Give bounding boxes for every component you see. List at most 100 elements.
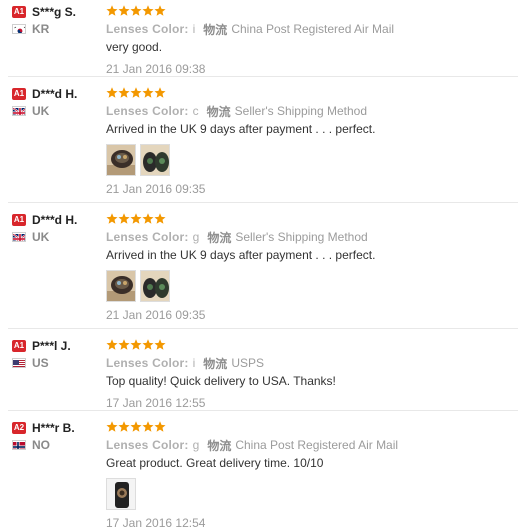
divider xyxy=(8,202,518,203)
buyer-level-badge: A1 xyxy=(12,88,26,100)
shipping-label: 物流 xyxy=(203,356,228,371)
star-icon xyxy=(142,87,154,98)
attribute-value: g xyxy=(192,230,200,244)
review-text: Arrived in the UK 9 days after payment .… xyxy=(106,248,376,262)
review-text: Great product. Great delivery time. 10/1… xyxy=(106,456,324,470)
reviewer-name: D***d H. xyxy=(32,87,78,101)
buyer-level-badge: A1 xyxy=(12,6,26,18)
photo-lens-case-icon[interactable] xyxy=(106,144,136,176)
order-attributes: Lenses Color: i 物流 China Post Registered Ai… xyxy=(106,21,514,37)
star-rating xyxy=(106,420,514,434)
reviewer-name: P***l J. xyxy=(32,339,71,353)
reviewer-name: D***d H. xyxy=(32,213,78,227)
buyer-level-badge: A1 xyxy=(12,214,26,226)
star-icon xyxy=(154,5,166,16)
flag-us-icon xyxy=(12,358,26,368)
review-text: Arrived in the UK 9 days after payment .… xyxy=(106,122,376,136)
review-photos xyxy=(106,478,514,510)
reviewer-info: A1 D***d H. UK xyxy=(12,212,104,244)
country-code: UK xyxy=(32,104,50,118)
star-icon xyxy=(130,87,142,98)
photo-lens-case-icon[interactable] xyxy=(106,270,136,302)
order-attributes: Lenses Color: c 物流 Seller's Shipping Method xyxy=(106,103,514,119)
attribute-label: Lenses Color: xyxy=(106,438,189,452)
order-attributes: Lenses Color: i 物流 USPS xyxy=(106,355,514,371)
review-date: 21 Jan 2016 09:35 xyxy=(106,308,206,322)
shipping-label: 物流 xyxy=(207,438,232,453)
shipping-method: China Post Registered Air Mail xyxy=(231,22,395,36)
shipping-method: China Post Registered Air Mail xyxy=(235,438,399,452)
review-content: Lenses Color: i 物流 USPS Top quality! Quick d… xyxy=(106,338,514,412)
star-icon xyxy=(106,213,118,224)
star-icon xyxy=(118,421,130,432)
attribute-value: c xyxy=(192,104,199,118)
star-icon xyxy=(154,339,166,350)
star-icon xyxy=(118,213,130,224)
star-icon xyxy=(154,421,166,432)
attribute-label: Lenses Color: xyxy=(106,22,189,36)
flag-kr-icon xyxy=(12,24,26,34)
reviewer-info: A1 P***l J. US xyxy=(12,338,104,370)
attribute-value: i xyxy=(192,356,196,370)
photo-lenses-icon[interactable] xyxy=(140,144,170,176)
review-date: 17 Jan 2016 12:54 xyxy=(106,516,206,530)
reviewer-info: A1 S***g S. KR xyxy=(12,4,104,36)
star-icon xyxy=(118,339,130,350)
review-text: very good. xyxy=(106,40,163,54)
attribute-label: Lenses Color: xyxy=(106,104,189,118)
review-content: Lenses Color: g 物流 Seller's Shipping Method… xyxy=(106,212,514,324)
star-icon xyxy=(130,5,142,16)
flag-no-icon xyxy=(12,440,26,450)
review-date: 21 Jan 2016 09:35 xyxy=(106,182,206,196)
star-icon xyxy=(130,421,142,432)
star-icon xyxy=(142,339,154,350)
star-rating xyxy=(106,86,514,100)
country-code: US xyxy=(32,356,49,370)
star-icon xyxy=(130,339,142,350)
review-photos xyxy=(106,144,514,176)
star-icon xyxy=(118,5,130,16)
divider xyxy=(8,328,518,329)
review-text: Top quality! Quick delivery to USA. Than… xyxy=(106,374,336,388)
flag-uk-icon xyxy=(12,106,26,116)
divider xyxy=(8,76,518,77)
star-icon xyxy=(106,421,118,432)
star-icon xyxy=(118,87,130,98)
country-code: NO xyxy=(32,438,50,452)
shipping-label: 物流 xyxy=(206,104,231,119)
star-icon xyxy=(106,87,118,98)
order-attributes: Lenses Color: g 物流 Seller's Shipping Method xyxy=(106,229,514,245)
shipping-method: USPS xyxy=(231,356,264,370)
photo-lenses-icon[interactable] xyxy=(140,270,170,302)
reviewer-name: H***r B. xyxy=(32,421,75,435)
star-icon xyxy=(106,339,118,350)
shipping-label: 物流 xyxy=(207,230,232,245)
photo-product-icon[interactable] xyxy=(106,478,136,510)
order-attributes: Lenses Color: g 物流 China Post Registered Ai… xyxy=(106,437,514,453)
star-icon xyxy=(154,213,166,224)
divider xyxy=(8,410,518,411)
star-icon xyxy=(154,87,166,98)
attribute-label: Lenses Color: xyxy=(106,230,189,244)
star-icon xyxy=(142,5,154,16)
star-rating xyxy=(106,4,514,18)
attribute-label: Lenses Color: xyxy=(106,356,189,370)
review-photos xyxy=(106,270,514,302)
buyer-level-badge: A1 xyxy=(12,340,26,352)
shipping-label: 物流 xyxy=(203,22,228,37)
reviewer-info: A1 D***d H. UK xyxy=(12,86,104,118)
star-icon xyxy=(130,213,142,224)
reviewer-name: S***g S. xyxy=(32,5,77,19)
shipping-method: Seller's Shipping Method xyxy=(234,104,368,118)
review-content: Lenses Color: c 物流 Seller's Shipping Method… xyxy=(106,86,514,198)
flag-uk-icon xyxy=(12,232,26,242)
review-content: Lenses Color: g 物流 China Post Registered Ai… xyxy=(106,420,514,532)
reviewer-info: A2 H***r B. NO xyxy=(12,420,104,452)
attribute-value: i xyxy=(192,22,196,36)
country-code: UK xyxy=(32,230,50,244)
country-code: KR xyxy=(32,22,50,36)
buyer-level-badge: A2 xyxy=(12,422,26,434)
review-content: Lenses Color: i 物流 China Post Registered Ai… xyxy=(106,4,514,78)
star-icon xyxy=(142,213,154,224)
shipping-method: Seller's Shipping Method xyxy=(235,230,368,244)
